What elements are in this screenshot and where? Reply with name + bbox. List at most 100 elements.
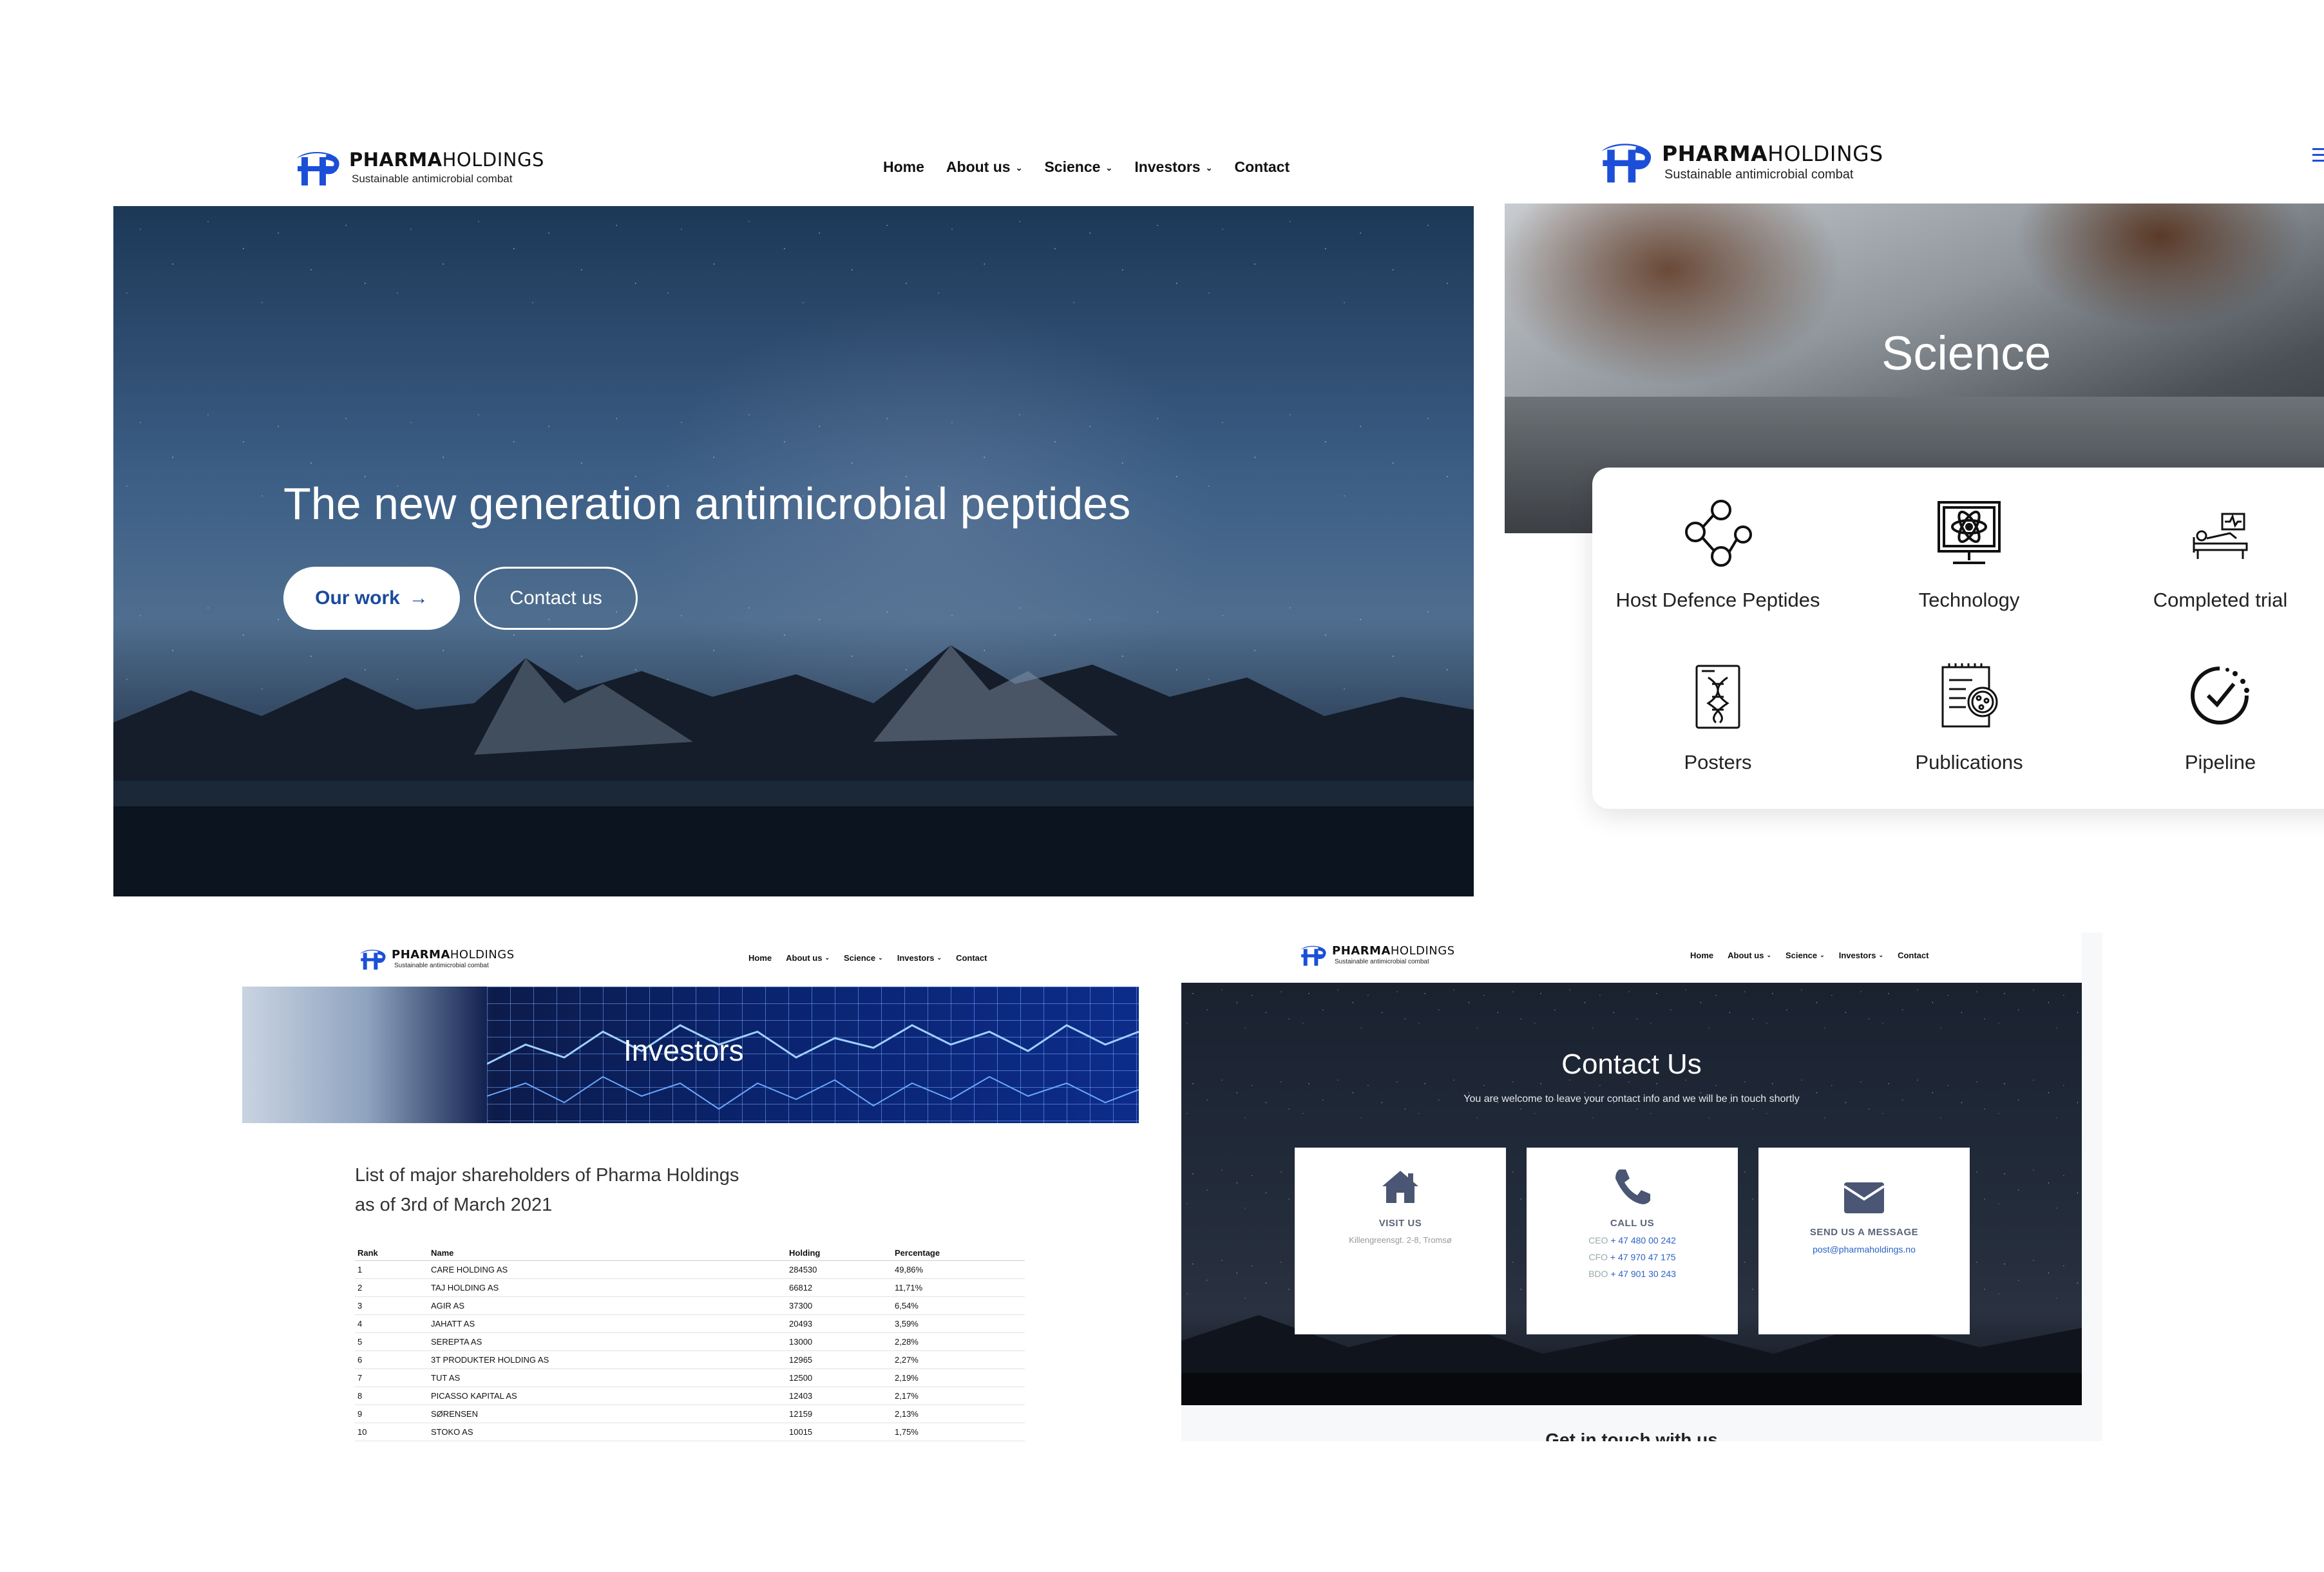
nav-home[interactable]: Home bbox=[748, 953, 772, 963]
science-page-panel: PHARMAHOLDINGS Sustainable antimicrobial… bbox=[1505, 109, 2324, 896]
science-item-publications[interactable]: Publications bbox=[1843, 661, 2095, 774]
nav-science[interactable]: Science ⌄ bbox=[844, 953, 883, 963]
nav-home[interactable]: Home bbox=[883, 158, 924, 176]
table-cell: 2 bbox=[355, 1278, 428, 1297]
table-row: 5 SEREPTA AS 13000 2,28% bbox=[355, 1332, 1025, 1351]
science-item-pipeline[interactable]: Pipeline bbox=[2095, 661, 2324, 774]
science-item-host-defence[interactable]: Host Defence Peptides bbox=[1592, 498, 1843, 612]
nav-investors-label: Investors bbox=[1134, 158, 1201, 175]
table-cell: SEREPTA AS bbox=[428, 1332, 786, 1351]
nav-science-label: Science bbox=[1044, 158, 1101, 175]
visit-us-title: VISIT US bbox=[1378, 1218, 1422, 1229]
table-cell: 2,28% bbox=[892, 1332, 1025, 1351]
brand-name-bold: PHARMA bbox=[1662, 140, 1768, 166]
logo-mark-icon bbox=[296, 152, 339, 185]
nav-contact[interactable]: Contact bbox=[956, 953, 987, 963]
table-cell: 12403 bbox=[786, 1387, 892, 1405]
monitor-atom-icon bbox=[1938, 501, 2001, 564]
table-cell: 3T PRODUKTER HOLDING AS bbox=[428, 1350, 786, 1369]
nav-investors[interactable]: Investors ⌄ bbox=[897, 953, 942, 963]
investors-banner: Investors bbox=[242, 987, 1139, 1123]
nav-about[interactable]: About us ⌄ bbox=[786, 953, 830, 963]
table-cell: 2,17% bbox=[892, 1387, 1025, 1405]
site-logo[interactable]: PHARMAHOLDINGS Sustainable antimicrobial… bbox=[1297, 943, 1455, 967]
table-row: 6 3T PRODUKTER HOLDING AS 12965 2,27% bbox=[355, 1350, 1025, 1369]
site-logo[interactable]: PHARMAHOLDINGS Sustainable antimicrobial… bbox=[1595, 138, 1883, 185]
table-row: 2 TAJ HOLDING AS 66812 11,71% bbox=[355, 1278, 1025, 1297]
call-us-card: CALL US CEO + 47 480 00 242 CFO + 47 970… bbox=[1527, 1148, 1738, 1334]
brand-tagline: Sustainable antimicrobial combat bbox=[1335, 958, 1429, 965]
site-logo[interactable]: PHARMAHOLDINGS Sustainable antimicrobial… bbox=[291, 147, 544, 188]
column-header: Holding bbox=[786, 1245, 892, 1261]
site-logo[interactable]: PHARMAHOLDINGS Sustainable antimicrobial… bbox=[357, 947, 515, 971]
brand-name-light: HOLDINGS bbox=[1390, 943, 1455, 958]
table-cell: 1,75% bbox=[892, 1423, 1025, 1441]
phone-icon bbox=[1615, 1170, 1650, 1204]
investors-page-panel: PHARMAHOLDINGS Sustainable antimicrobial… bbox=[242, 933, 1139, 1441]
table-row: 10 STOKO AS 10015 1,75% bbox=[355, 1423, 1025, 1441]
logo-mark-icon bbox=[360, 949, 386, 970]
nav-about-label: About us bbox=[1728, 951, 1764, 960]
brand-name-light: HOLDINGS bbox=[450, 947, 515, 961]
ceo-phone-link[interactable]: + 47 480 00 242 bbox=[1610, 1235, 1676, 1245]
nav-contact[interactable]: Contact bbox=[1898, 951, 1929, 960]
table-header-row: Rank Name Holding Percentage bbox=[355, 1245, 1025, 1261]
logo-mark-icon bbox=[1300, 945, 1326, 966]
table-cell: 11,71% bbox=[892, 1278, 1025, 1297]
brand-name-bold: PHARMA bbox=[349, 149, 443, 171]
call-us-title: CALL US bbox=[1610, 1218, 1655, 1229]
ceo-label: CEO bbox=[1588, 1235, 1608, 1245]
table-cell: 8 bbox=[355, 1387, 428, 1405]
table-cell: 49,86% bbox=[892, 1260, 1025, 1279]
shareholders-table: Rank Name Holding Percentage 1 CARE HOLDI… bbox=[355, 1245, 1025, 1441]
notepad-petri-icon bbox=[1941, 663, 1998, 728]
table-cell: 66812 bbox=[786, 1278, 892, 1297]
our-work-label: Our work bbox=[315, 587, 400, 609]
science-item-label: Host Defence Peptides bbox=[1615, 589, 1820, 611]
science-links-card: Host Defence Peptides Technology Complet… bbox=[1592, 468, 2324, 809]
column-header: Rank bbox=[355, 1245, 428, 1261]
table-cell: 6 bbox=[355, 1350, 428, 1369]
home-icon bbox=[1382, 1171, 1418, 1203]
science-item-label: Completed trial bbox=[2153, 589, 2288, 611]
chevron-down-icon: ⌄ bbox=[937, 954, 942, 961]
clock-check-icon bbox=[2191, 667, 2249, 724]
table-row: 8 PICASSO KAPITAL AS 12403 2,17% bbox=[355, 1387, 1025, 1405]
envelope-icon bbox=[1843, 1182, 1885, 1213]
our-work-button[interactable]: Our work → bbox=[283, 567, 460, 630]
shareholders-table-body: 1 CARE HOLDING AS 284530 49,86% 2 TAJ HOLDING… bbox=[355, 1260, 1025, 1441]
email-link[interactable]: post@pharmaholdings.no bbox=[1813, 1244, 1916, 1255]
nav-contact[interactable]: Contact bbox=[1235, 158, 1290, 176]
contact-us-button[interactable]: Contact us bbox=[474, 567, 638, 630]
main-nav: Home About us ⌄ Science ⌄ Investors ⌄ Conta… bbox=[748, 953, 987, 963]
chevron-down-icon: ⌄ bbox=[1820, 952, 1825, 958]
table-cell: 20493 bbox=[786, 1314, 892, 1333]
nav-home[interactable]: Home bbox=[1690, 951, 1713, 960]
table-cell: STOKO AS bbox=[428, 1423, 786, 1441]
bdo-phone-link[interactable]: + 47 901 30 243 bbox=[1610, 1269, 1676, 1279]
contact-banner: Contact Us You are welcome to leave your… bbox=[1181, 983, 2082, 1405]
science-item-posters[interactable]: Posters bbox=[1592, 661, 1843, 774]
science-item-completed-trial[interactable]: Completed trial bbox=[2095, 498, 2324, 612]
table-cell: 13000 bbox=[786, 1332, 892, 1351]
nav-science[interactable]: Science ⌄ bbox=[1044, 158, 1112, 176]
shareholders-heading-line1: List of major shareholders of Pharma Hol… bbox=[355, 1165, 739, 1186]
hamburger-menu-icon[interactable] bbox=[2312, 148, 2324, 162]
cfo-phone-link[interactable]: + 47 970 47 175 bbox=[1610, 1252, 1676, 1262]
nav-science[interactable]: Science ⌄ bbox=[1786, 951, 1825, 960]
shareholders-heading-line2: as of 3rd of March 2021 bbox=[355, 1195, 553, 1215]
column-header: Percentage bbox=[892, 1245, 1025, 1261]
brand-name-bold: PHARMA bbox=[392, 947, 450, 961]
table-cell: 37300 bbox=[786, 1296, 892, 1315]
science-item-technology[interactable]: Technology bbox=[1843, 498, 2095, 612]
chevron-down-icon: ⌄ bbox=[1205, 163, 1213, 173]
investors-title: Investors bbox=[624, 1034, 744, 1067]
nav-investors[interactable]: Investors ⌄ bbox=[1839, 951, 1883, 960]
nav-investors[interactable]: Investors ⌄ bbox=[1134, 158, 1212, 176]
hero-banner: The new generation antimicrobial peptide… bbox=[113, 206, 1474, 896]
send-message-title: SEND US A MESSAGE bbox=[1809, 1227, 1919, 1238]
column-header: Name bbox=[428, 1245, 786, 1261]
logo-mark-icon bbox=[1601, 144, 1652, 183]
nav-about[interactable]: About us ⌄ bbox=[1728, 951, 1771, 960]
nav-about[interactable]: About us ⌄ bbox=[946, 158, 1023, 176]
